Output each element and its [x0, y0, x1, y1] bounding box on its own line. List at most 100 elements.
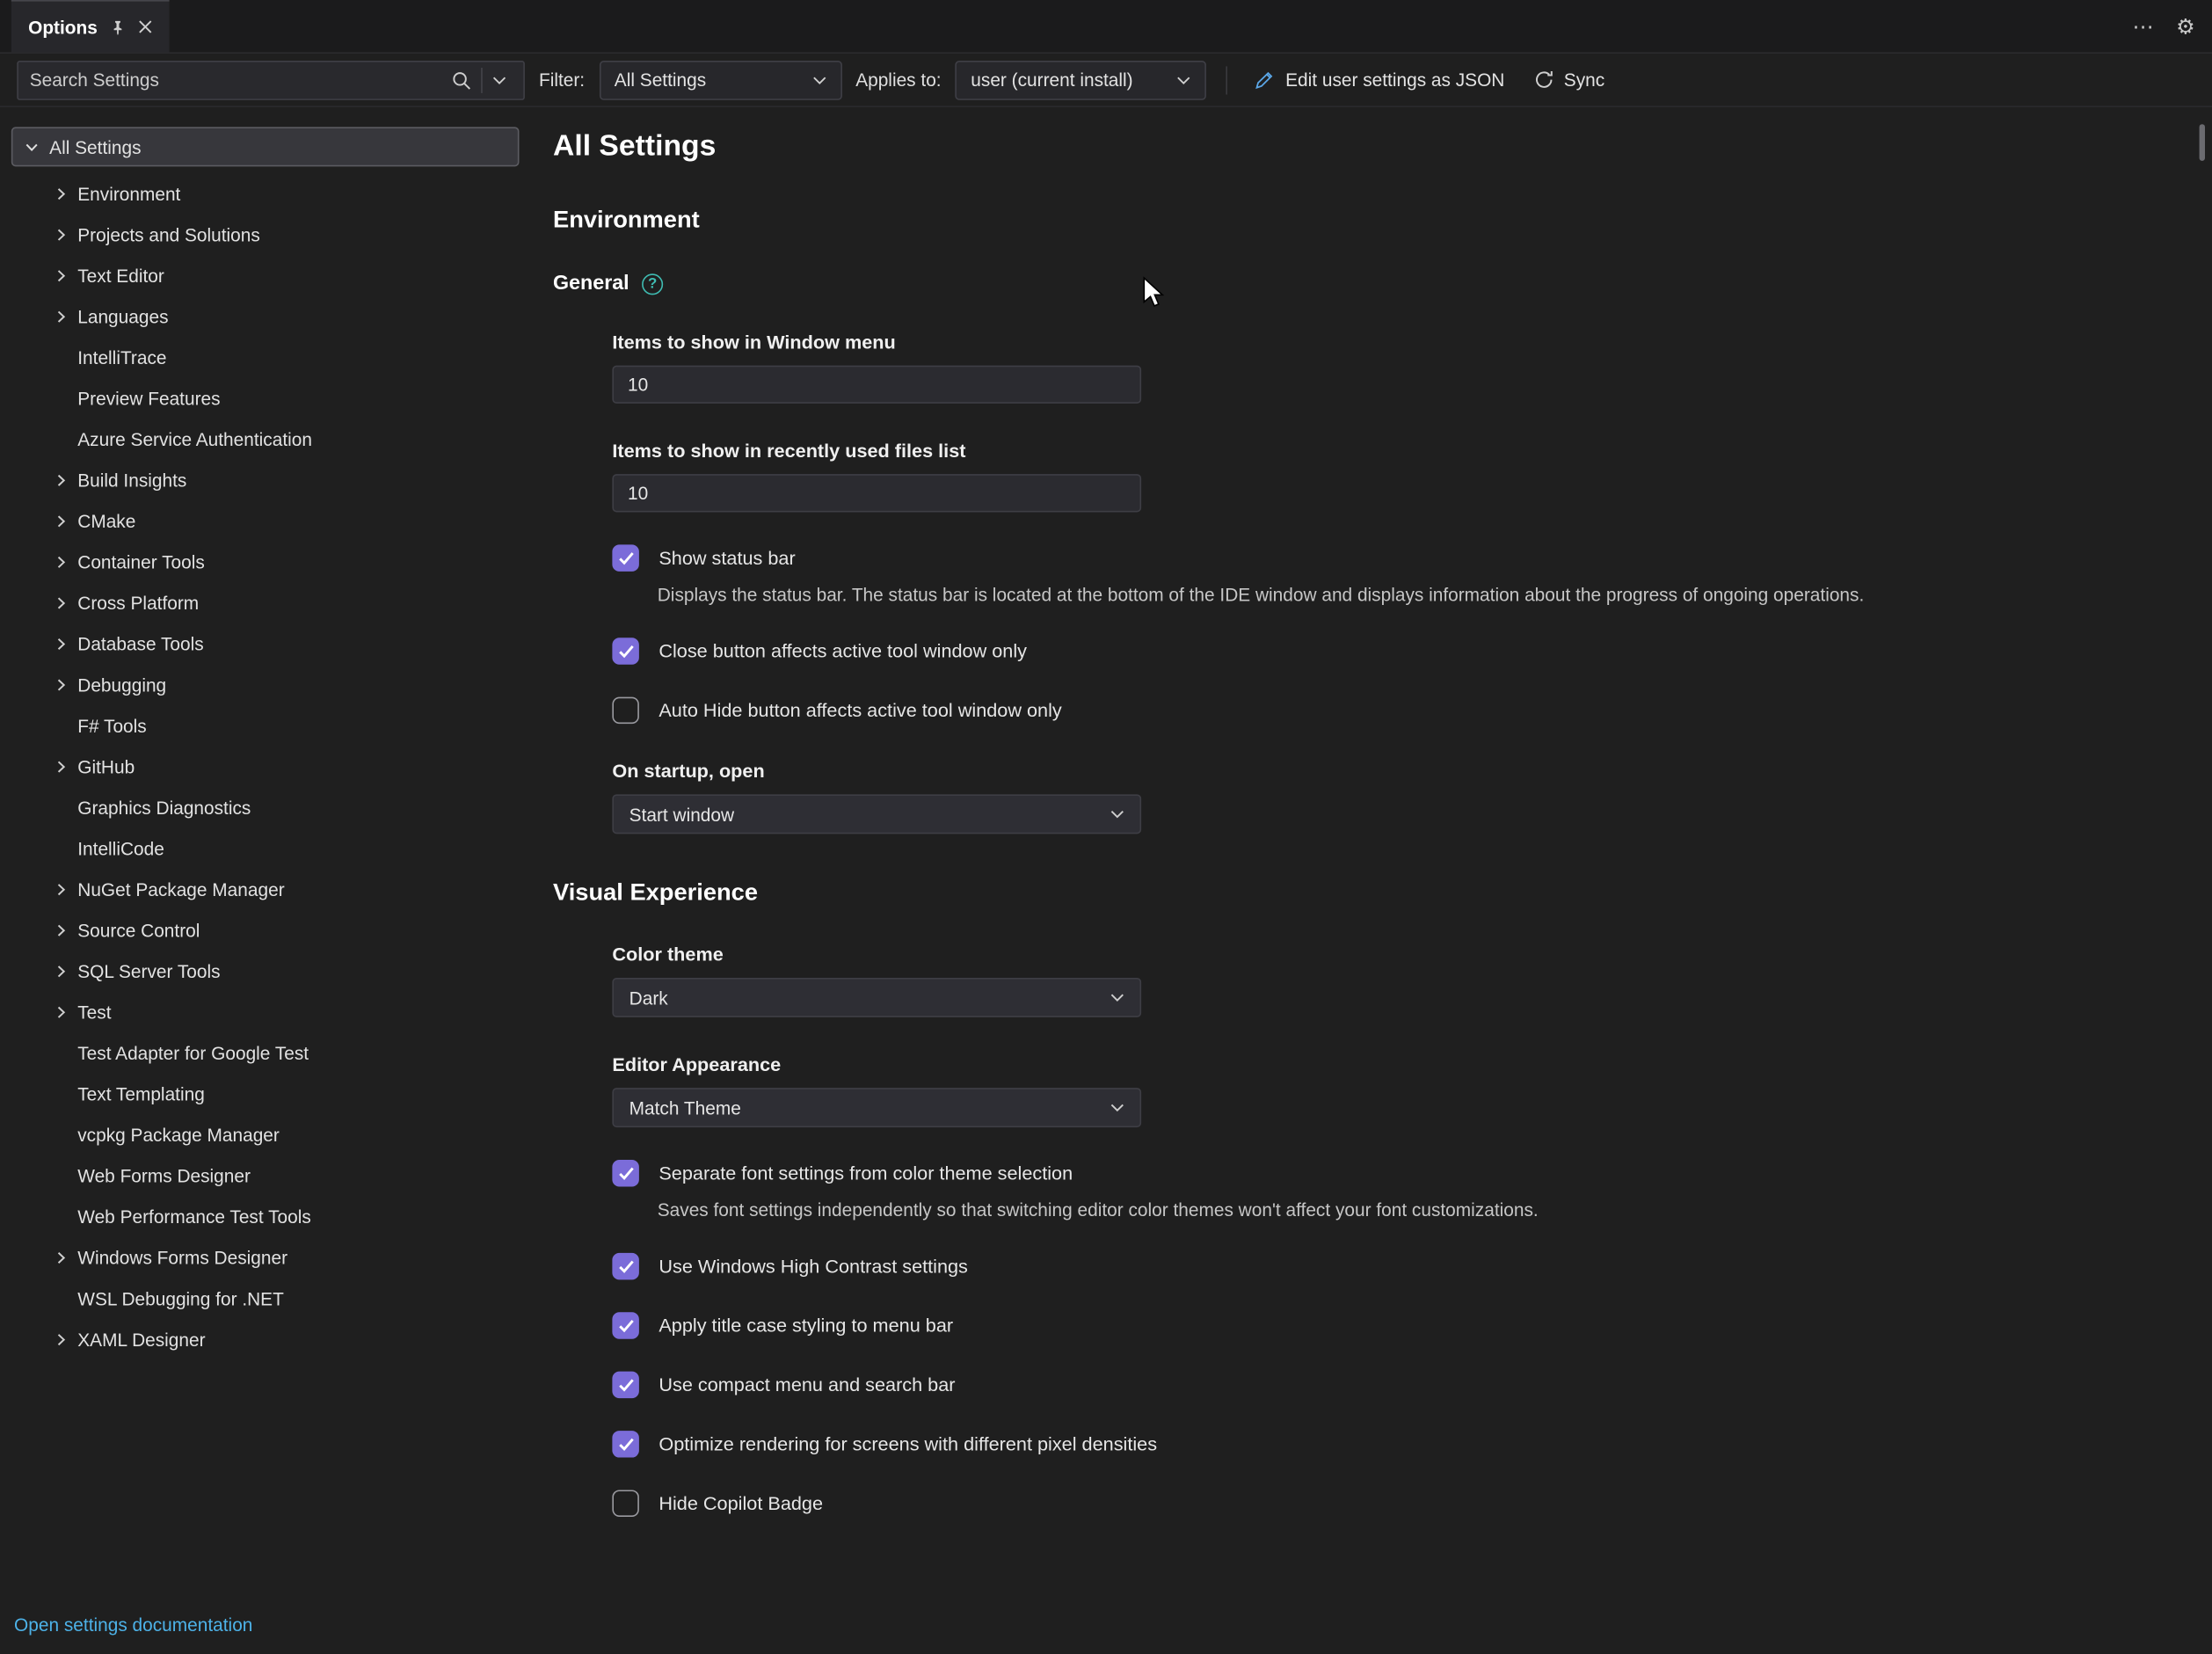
search-input[interactable] [18, 69, 446, 91]
chevron-right-icon[interactable] [54, 515, 68, 528]
chevron-right-icon[interactable] [54, 1006, 68, 1018]
chevron-down-icon [1110, 994, 1124, 1002]
checkbox-label[interactable]: Close button affects active tool window … [659, 640, 1027, 661]
sidebar-item-test[interactable]: Test [11, 992, 530, 1033]
checkbox-hide-copilot-badge[interactable] [612, 1490, 638, 1516]
open-settings-documentation-link[interactable]: Open settings documentation [14, 1614, 252, 1636]
sidebar-item-test-adapter-for-google-test[interactable]: Test Adapter for Google Test [11, 1033, 530, 1075]
sidebar-item-github[interactable]: GitHub [11, 747, 530, 788]
tab-options[interactable]: Options [11, 0, 170, 52]
sidebar-item-environment[interactable]: Environment [11, 173, 530, 215]
sidebar-item-text-editor[interactable]: Text Editor [11, 255, 530, 296]
chevron-right-icon[interactable] [54, 229, 68, 241]
chevron-right-icon[interactable] [54, 474, 68, 486]
checkbox-label[interactable]: Hide Copilot Badge [659, 1493, 823, 1514]
sidebar-item-label: Environment [77, 184, 180, 205]
sidebar-item-f-tools[interactable]: F# Tools [11, 705, 530, 747]
close-icon[interactable] [138, 19, 152, 33]
chevron-right-icon[interactable] [54, 597, 68, 609]
checkbox-optimize-rendering-for-screens-with-different-pixel-densities[interactable] [612, 1431, 638, 1457]
sidebar-item-web-forms-designer[interactable]: Web Forms Designer [11, 1155, 530, 1197]
pin-icon[interactable] [110, 19, 126, 35]
field-label: Items to show in recently used files lis… [612, 441, 2212, 462]
chevron-right-icon[interactable] [54, 924, 68, 936]
sidebar-item-cross-platform[interactable]: Cross Platform [11, 583, 530, 624]
sidebar-item-all-settings[interactable]: All Settings [11, 127, 520, 166]
sidebar-item-text-templating[interactable]: Text Templating [11, 1074, 530, 1115]
sidebar-item-projects-and-solutions[interactable]: Projects and Solutions [11, 215, 530, 256]
checkbox-close-button-affects-active-tool-window-only[interactable] [612, 638, 638, 664]
sync-button[interactable]: Sync [1525, 69, 1612, 91]
sidebar-item-container-tools[interactable]: Container Tools [11, 542, 530, 583]
sidebar-item-database-tools[interactable]: Database Tools [11, 623, 530, 665]
checkbox-label[interactable]: Optimize rendering for screens with diff… [659, 1433, 1157, 1454]
search-icon[interactable] [446, 69, 477, 89]
setting-checkbox-row: Use Windows High Contrast settings [612, 1253, 2212, 1279]
chevron-right-icon[interactable] [54, 883, 68, 895]
sidebar-item-languages[interactable]: Languages [11, 296, 530, 338]
select-color-theme[interactable]: Dark [612, 978, 1141, 1017]
checkbox-label[interactable]: Show status bar [659, 548, 795, 569]
sidebar-item-intellicode[interactable]: IntelliCode [11, 828, 530, 870]
chevron-right-icon[interactable] [54, 761, 68, 773]
filter-dropdown[interactable]: All Settings [599, 60, 841, 99]
edit-json-button[interactable]: Edit user settings as JSON [1248, 69, 1512, 91]
applies-to-dropdown[interactable]: user (current install) [956, 60, 1207, 99]
checkbox-use-windows-high-contrast-settings[interactable] [612, 1253, 638, 1279]
scrollbar-thumb[interactable] [2200, 124, 2205, 161]
sidebar-item-wsl-debugging-for-net[interactable]: WSL Debugging for .NET [11, 1279, 530, 1320]
sidebar-item-web-performance-test-tools[interactable]: Web Performance Test Tools [11, 1197, 530, 1238]
sidebar-item-azure-service-authentication[interactable]: Azure Service Authentication [11, 419, 530, 461]
checkbox-label[interactable]: Use compact menu and search bar [659, 1374, 955, 1395]
search-options-chevron-icon[interactable] [487, 76, 513, 84]
sidebar-item-windows-forms-designer[interactable]: Windows Forms Designer [11, 1237, 530, 1279]
chevron-right-icon[interactable] [54, 638, 68, 650]
input-items-to-show-in-recently-used-files-list[interactable] [612, 474, 1141, 512]
checkbox-label[interactable]: Use Windows High Contrast settings [659, 1256, 968, 1277]
sidebar-item-preview-features[interactable]: Preview Features [11, 378, 530, 419]
sidebar-item-build-insights[interactable]: Build Insights [11, 460, 530, 501]
sidebar-item-nuget-package-manager[interactable]: NuGet Package Manager [11, 869, 530, 910]
chevron-down-icon[interactable] [24, 141, 38, 153]
field-label: Color theme [612, 944, 2212, 965]
sidebar-item-label: Test [77, 1002, 111, 1023]
checkbox-auto-hide-button-affects-active-tool-window-only[interactable] [612, 697, 638, 724]
checkbox-label[interactable]: Apply title case styling to menu bar [659, 1315, 953, 1336]
checkbox-use-compact-menu-and-search-bar[interactable] [612, 1372, 638, 1398]
chevron-right-icon[interactable] [54, 1251, 68, 1264]
help-icon[interactable]: ? [642, 273, 663, 294]
chevron-right-icon[interactable] [54, 310, 68, 323]
checkbox-label[interactable]: Auto Hide button affects active tool win… [659, 700, 1061, 721]
tab-bar: Options ⋯ ⚙ [0, 0, 2212, 54]
chevron-right-icon[interactable] [54, 187, 68, 200]
sidebar-item-intellitrace[interactable]: IntelliTrace [11, 337, 530, 378]
sidebar-item-label: IntelliCode [77, 838, 164, 859]
sidebar-item-cmake[interactable]: CMake [11, 501, 530, 543]
checkbox-separate-font-settings-from-color-theme-selection[interactable] [612, 1160, 638, 1186]
checkbox-apply-title-case-styling-to-menu-bar[interactable] [612, 1312, 638, 1338]
input-items-to-show-in-window-menu[interactable] [612, 366, 1141, 404]
select-editor-appearance[interactable]: Match Theme [612, 1088, 1141, 1127]
chevron-down-icon [1110, 810, 1124, 819]
select-on-startup-open[interactable]: Start window [612, 794, 1141, 834]
chevron-right-icon[interactable] [54, 1333, 68, 1345]
sidebar-item-label: vcpkg Package Manager [77, 1125, 280, 1146]
sidebar-item-debugging[interactable]: Debugging [11, 665, 530, 706]
checkbox-show-status-bar[interactable] [612, 544, 638, 571]
search-box[interactable] [17, 60, 525, 99]
chevron-right-icon[interactable] [54, 269, 68, 281]
sidebar-item-label: Windows Forms Designer [77, 1247, 287, 1268]
sidebar-item-source-control[interactable]: Source Control [11, 910, 530, 951]
sidebar-item-sql-server-tools[interactable]: SQL Server Tools [11, 951, 530, 993]
checkbox-label[interactable]: Separate font settings from color theme … [659, 1162, 1073, 1184]
settings-gear-icon[interactable]: ⚙ [2176, 16, 2195, 37]
chevron-right-icon[interactable] [54, 965, 68, 978]
applies-to-value: user (current install) [971, 69, 1132, 91]
more-actions-icon[interactable]: ⋯ [2132, 16, 2153, 37]
chevron-right-icon[interactable] [54, 679, 68, 691]
chevron-right-icon[interactable] [54, 556, 68, 568]
sidebar-item-xaml-designer[interactable]: XAML Designer [11, 1319, 530, 1360]
sidebar-item-vcpkg-package-manager[interactable]: vcpkg Package Manager [11, 1115, 530, 1156]
sidebar-item-label: Test Adapter for Google Test [77, 1043, 309, 1064]
sidebar-item-graphics-diagnostics[interactable]: Graphics Diagnostics [11, 787, 530, 828]
